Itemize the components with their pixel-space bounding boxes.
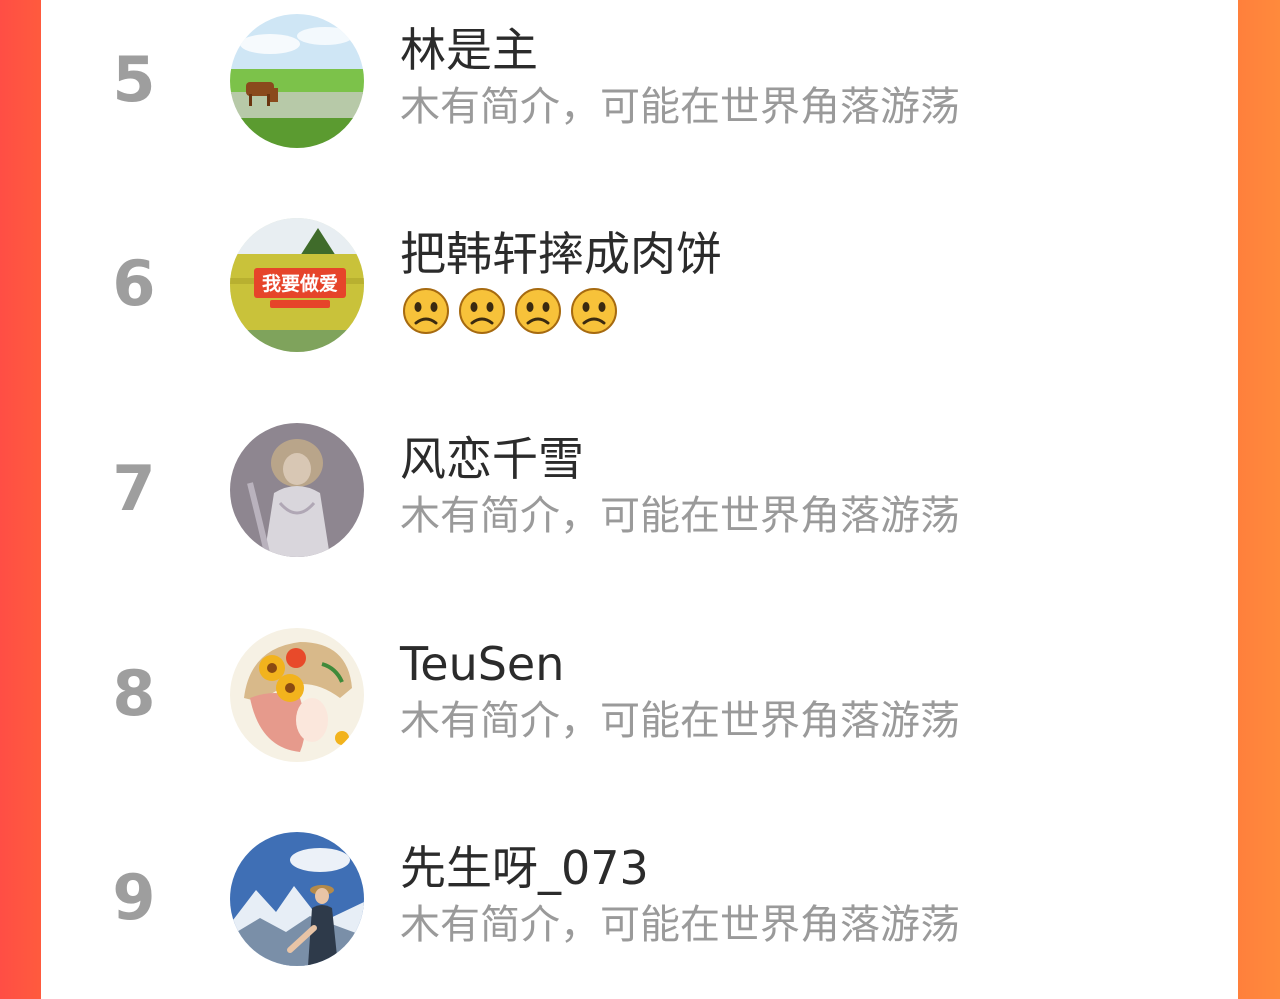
user-name[interactable]: 把韩轩摔成肉饼 bbox=[400, 226, 722, 282]
user-bio: 木有简介，可能在世界角落游荡 bbox=[400, 493, 960, 539]
sunflower-girl-avatar-image bbox=[230, 628, 364, 762]
list-item[interactable]: 9 先生呀_073 木有简介，可能在世界角落游荡 bbox=[41, 818, 1238, 999]
list-item[interactable]: 7 风恋千雪 木有简介，可能在世界角落游荡 bbox=[41, 409, 1238, 614]
rank-number: 9 bbox=[112, 861, 156, 934]
avatar[interactable] bbox=[230, 14, 364, 148]
user-name[interactable]: 风恋千雪 bbox=[400, 431, 584, 487]
rank-number: 8 bbox=[112, 657, 156, 730]
user-bio-emojis bbox=[402, 287, 618, 335]
user-bio: 木有简介，可能在世界角落游荡 bbox=[400, 698, 960, 744]
avatar[interactable] bbox=[230, 423, 364, 557]
billboard-sign-text: 我要做爱 bbox=[262, 272, 338, 295]
avatar[interactable] bbox=[230, 628, 364, 762]
list-item[interactable]: 6 我要做爱 把韩轩摔成肉饼 bbox=[41, 204, 1238, 409]
user-bio: 木有简介，可能在世界角落游荡 bbox=[400, 902, 960, 948]
cow-grassland-avatar-image bbox=[230, 14, 364, 148]
user-name[interactable]: 先生呀_073 bbox=[400, 840, 649, 896]
confused-face-emoji bbox=[403, 288, 449, 334]
figurine-avatar-image bbox=[230, 423, 364, 557]
ranking-panel: 5 林是主 木有简介，可能在世界角落游荡 6 我要做爱 把韩轩摔成肉饼 7 风恋… bbox=[41, 0, 1238, 999]
user-name[interactable]: 林是主 bbox=[400, 22, 538, 78]
billboard-avatar-image: 我要做爱 bbox=[230, 218, 364, 352]
confused-face-emoji bbox=[515, 288, 561, 334]
avatar[interactable]: 我要做爱 bbox=[230, 218, 364, 352]
confused-face-emoji bbox=[459, 288, 505, 334]
list-item[interactable]: 8 TeuSen 木有简介，可能在世界角落游荡 bbox=[41, 614, 1238, 819]
rank-number: 6 bbox=[112, 247, 156, 320]
rank-number: 5 bbox=[112, 43, 156, 116]
user-bio: 木有简介，可能在世界角落游荡 bbox=[400, 84, 960, 130]
confused-face-emoji bbox=[571, 288, 617, 334]
user-name[interactable]: TeuSen bbox=[400, 636, 564, 692]
mountain-hiker-avatar-image bbox=[230, 832, 364, 966]
avatar[interactable] bbox=[230, 832, 364, 966]
list-item[interactable]: 5 林是主 木有简介，可能在世界角落游荡 bbox=[41, 0, 1238, 205]
rank-number: 7 bbox=[112, 452, 156, 525]
